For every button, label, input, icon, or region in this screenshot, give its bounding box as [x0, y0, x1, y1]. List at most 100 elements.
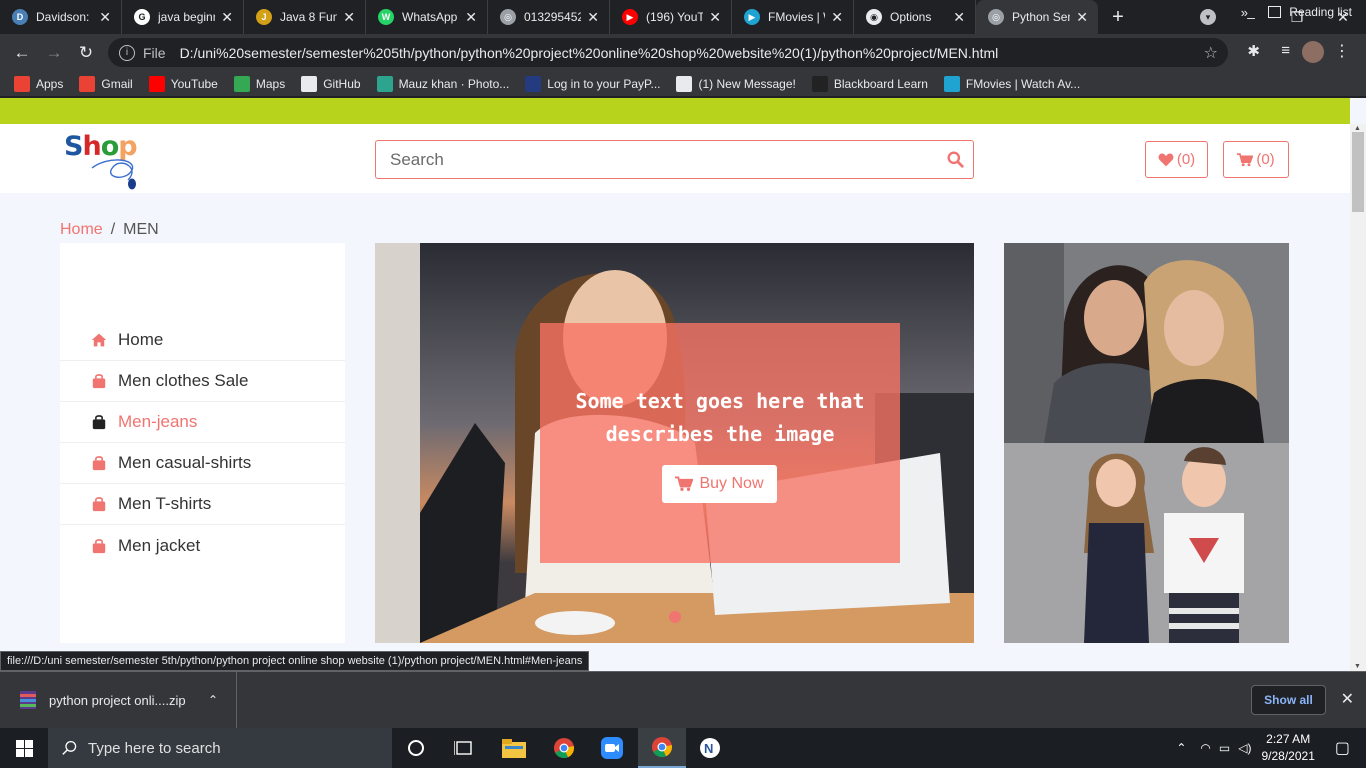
bookmark-item[interactable]: Log in to your PayP...	[525, 75, 660, 92]
file-explorer-icon[interactable]	[490, 728, 538, 768]
apps-grid-icon	[14, 75, 30, 92]
hero-carousel: Some text goes here that describes the i…	[375, 243, 974, 643]
bookmark-item[interactable]: Apps	[14, 75, 63, 92]
breadcrumb-home-link[interactable]: Home	[60, 221, 103, 239]
promo-image-kids[interactable]	[1004, 443, 1289, 643]
svg-text:N: N	[704, 741, 713, 756]
sidebar-item-home[interactable]: Home	[60, 320, 345, 361]
sidebar-item-men-t-shirts[interactable]: Men T-shirts	[60, 484, 345, 525]
browser-tab[interactable]: Gjava beginner ✕	[122, 0, 244, 34]
search-input[interactable]	[376, 141, 936, 178]
tray-overflow-chevron-icon[interactable]: ⌃	[1176, 741, 1186, 755]
search-icon[interactable]	[947, 151, 964, 168]
browser-tab[interactable]: D Davidson: Lab ✕	[0, 0, 122, 34]
sidebar-item-men-jeans[interactable]: Men-jeans	[60, 402, 345, 443]
show-all-downloads-button[interactable]: Show all	[1251, 685, 1326, 715]
close-tab-icon[interactable]: ✕	[709, 9, 721, 26]
bookmarks-overflow-chevron-icon[interactable]: »	[1241, 5, 1248, 20]
browser-tab[interactable]: W WhatsApp ✕	[366, 0, 488, 34]
carousel-indicator-dot[interactable]	[669, 611, 681, 623]
shop-logo[interactable]: Shop	[62, 128, 150, 190]
close-tab-icon[interactable]: ✕	[99, 9, 111, 26]
task-view-icon[interactable]	[440, 728, 488, 768]
buy-now-button[interactable]: Buy Now	[662, 465, 777, 503]
chrome-taskbar-icon[interactable]	[540, 728, 588, 768]
download-item[interactable]: python project onli....zip ⌃	[0, 672, 237, 728]
browser-tab[interactable]: ◉ Options ✕	[854, 0, 976, 34]
start-button[interactable]	[0, 728, 48, 768]
page-scrollbar[interactable]: ▲ ▼	[1350, 124, 1366, 671]
bookmark-item[interactable]: Mauz khan · Photo...	[376, 75, 509, 92]
taskbar-search-box[interactable]: Type here to search	[48, 728, 392, 768]
chrome-profile-taskbar-icon[interactable]	[638, 728, 686, 768]
scroll-down-arrow-icon[interactable]: ▼	[1354, 663, 1361, 670]
sidebar-item-label: Men-jeans	[118, 412, 198, 431]
network-icon[interactable]: ◠	[1200, 741, 1210, 755]
folder-icon	[502, 739, 526, 758]
sidebar-item-men-clothes-sale[interactable]: Men clothes Sale	[60, 361, 345, 402]
bookmark-item[interactable]: Maps	[233, 75, 285, 92]
volume-icon[interactable]: ◁)	[1238, 741, 1251, 755]
close-tab-icon[interactable]: ✕	[221, 9, 233, 26]
close-tab-icon[interactable]: ✕	[465, 9, 477, 26]
bookmarks-bar: Apps Gmail YouTube Maps GitHub Mauz khan · Ph…	[0, 71, 1366, 97]
minimize-button[interactable]: –	[1228, 9, 1274, 25]
address-bar[interactable]: i File D:/uni%20semester/semester%205th/…	[108, 38, 1228, 67]
wishlist-button[interactable]: (0)	[1145, 141, 1208, 178]
close-download-shelf-icon[interactable]: ✕	[1341, 689, 1354, 709]
bookmark-item[interactable]: (1) New Message!	[676, 75, 796, 92]
link-status-bubble: file:///D:/uni semester/semester 5th/pyt…	[0, 651, 590, 671]
cart-button[interactable]: (0)	[1223, 141, 1289, 178]
close-tab-icon[interactable]: ✕	[343, 9, 355, 26]
reading-list-button[interactable]: Reading list	[1268, 5, 1352, 19]
scrollbar-thumb[interactable]	[1352, 132, 1364, 212]
battery-icon[interactable]: ▭	[1219, 741, 1230, 755]
bookmark-item[interactable]: FMovies | Watch Av...	[943, 75, 1080, 92]
chevron-up-icon[interactable]: ⌃	[208, 693, 218, 707]
taskbar-clock[interactable]: 2:27 AM 9/28/2021	[1261, 731, 1314, 765]
cortana-icon[interactable]	[392, 728, 440, 768]
mouse-cable-icon	[91, 159, 136, 190]
bookmark-item[interactable]: Blackboard Learn	[811, 75, 928, 92]
browser-toolbar: ← → ↻ i File D:/uni%20semester/semester%…	[0, 34, 1366, 71]
scroll-up-arrow-icon[interactable]: ▲	[1354, 125, 1361, 132]
browser-tab[interactable]: J Java 8 Functional ✕	[244, 0, 366, 34]
menu-kebab-icon[interactable]: ⋮	[1334, 41, 1350, 61]
maps-icon	[233, 75, 250, 92]
close-tab-icon[interactable]: ✕	[587, 9, 599, 26]
shopping-bag-icon	[91, 538, 118, 554]
bookmark-item[interactable]: Gmail	[79, 75, 133, 92]
profile-avatar[interactable]	[1302, 41, 1324, 63]
extensions-puzzle-icon[interactable]: ✱	[1247, 42, 1260, 60]
tab-strip: D Davidson: Lab ✕ Gjava beginner ✕ J Java 8 Fu…	[0, 0, 1366, 34]
forward-arrow-icon[interactable]: →	[38, 43, 70, 63]
new-tab-button[interactable]: +	[1098, 0, 1138, 34]
bookmark-item[interactable]: YouTube	[148, 75, 218, 92]
buy-now-label: Buy Now	[699, 475, 764, 492]
notification-icon[interactable]: ▢	[1335, 738, 1350, 758]
sidebar-item-men-casual-shirts[interactable]: Men casual-shirts	[60, 443, 345, 484]
app-taskbar-icon[interactable]: N	[686, 728, 734, 768]
zoom-taskbar-icon[interactable]	[588, 728, 636, 768]
sidebar-item-men-jacket[interactable]: Men jacket	[60, 525, 345, 566]
bookmark-star-icon[interactable]: ☆	[1204, 43, 1218, 63]
browser-tab[interactable]: ◎ 013295452 ✕	[488, 0, 610, 34]
close-tab-icon[interactable]: ✕	[953, 9, 965, 26]
browser-tab[interactable]: ▶ FMovies | Watch ✕	[732, 0, 854, 34]
media-control-icon[interactable]: ≡	[1281, 42, 1290, 59]
back-arrow-icon[interactable]: ←	[6, 43, 38, 63]
taskbar-search-placeholder: Type here to search	[88, 739, 221, 757]
browser-tab[interactable]: ◎ Python Sem ✕	[976, 0, 1098, 34]
wishlist-count: (0)	[1176, 151, 1196, 168]
url-text[interactable]: D:/uni%20semester/semester%205th/python/…	[180, 45, 999, 61]
shopping-bag-icon	[91, 496, 118, 512]
browser-tab[interactable]: ▶ (196) YouTube ✕	[610, 0, 732, 34]
close-tab-icon[interactable]: ✕	[1076, 9, 1088, 26]
info-icon[interactable]: i	[119, 44, 135, 61]
close-tab-icon[interactable]: ✕	[831, 9, 843, 26]
category-sidebar: Home Men clothes Sale Men-jeans Men casual-…	[60, 243, 345, 643]
promo-image-women[interactable]	[1004, 243, 1289, 443]
bookmark-item[interactable]: GitHub	[301, 75, 361, 92]
tab-search-icon[interactable]: ▾	[1200, 9, 1216, 25]
reload-icon[interactable]: ↻	[70, 43, 102, 63]
